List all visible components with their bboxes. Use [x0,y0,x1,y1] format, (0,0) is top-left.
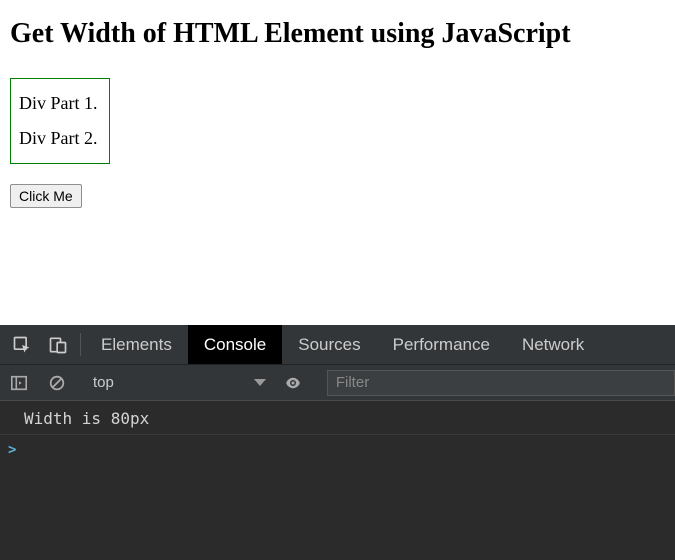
device-toolbar-icon[interactable] [40,325,76,364]
separator [80,333,81,356]
execution-context-selector[interactable]: top [85,365,274,400]
devtools-panel: Elements Console Sources Performance Net… [0,325,675,560]
page-title: Get Width of HTML Element using JavaScri… [10,18,665,50]
execution-context-label: top [93,374,114,391]
live-expression-icon[interactable] [274,365,312,400]
tab-performance[interactable]: Performance [377,325,506,364]
console-toolbar: top [0,365,675,401]
tab-elements[interactable]: Elements [85,325,188,364]
devtools-tab-bar: Elements Console Sources Performance Net… [0,325,675,365]
prompt-caret-icon: > [8,442,16,458]
tab-console[interactable]: Console [188,325,282,364]
tab-network[interactable]: Network [506,325,600,364]
console-filter-input[interactable] [327,370,675,396]
console-log-message: Width is 80px [0,407,675,435]
tab-sources[interactable]: Sources [282,325,376,364]
console-output: Width is 80px > [0,401,675,560]
console-prompt[interactable]: > [0,435,675,458]
demo-div-line-2: Div Part 2. [19,128,101,149]
demo-div-line-1: Div Part 1. [19,93,101,114]
demo-div: Div Part 1. Div Part 2. [10,78,110,164]
click-me-button[interactable]: Click Me [10,184,82,208]
chevron-down-icon [254,379,266,386]
inspect-element-icon[interactable] [0,325,40,364]
console-sidebar-toggle-icon[interactable] [0,365,38,400]
clear-console-icon[interactable] [38,365,76,400]
